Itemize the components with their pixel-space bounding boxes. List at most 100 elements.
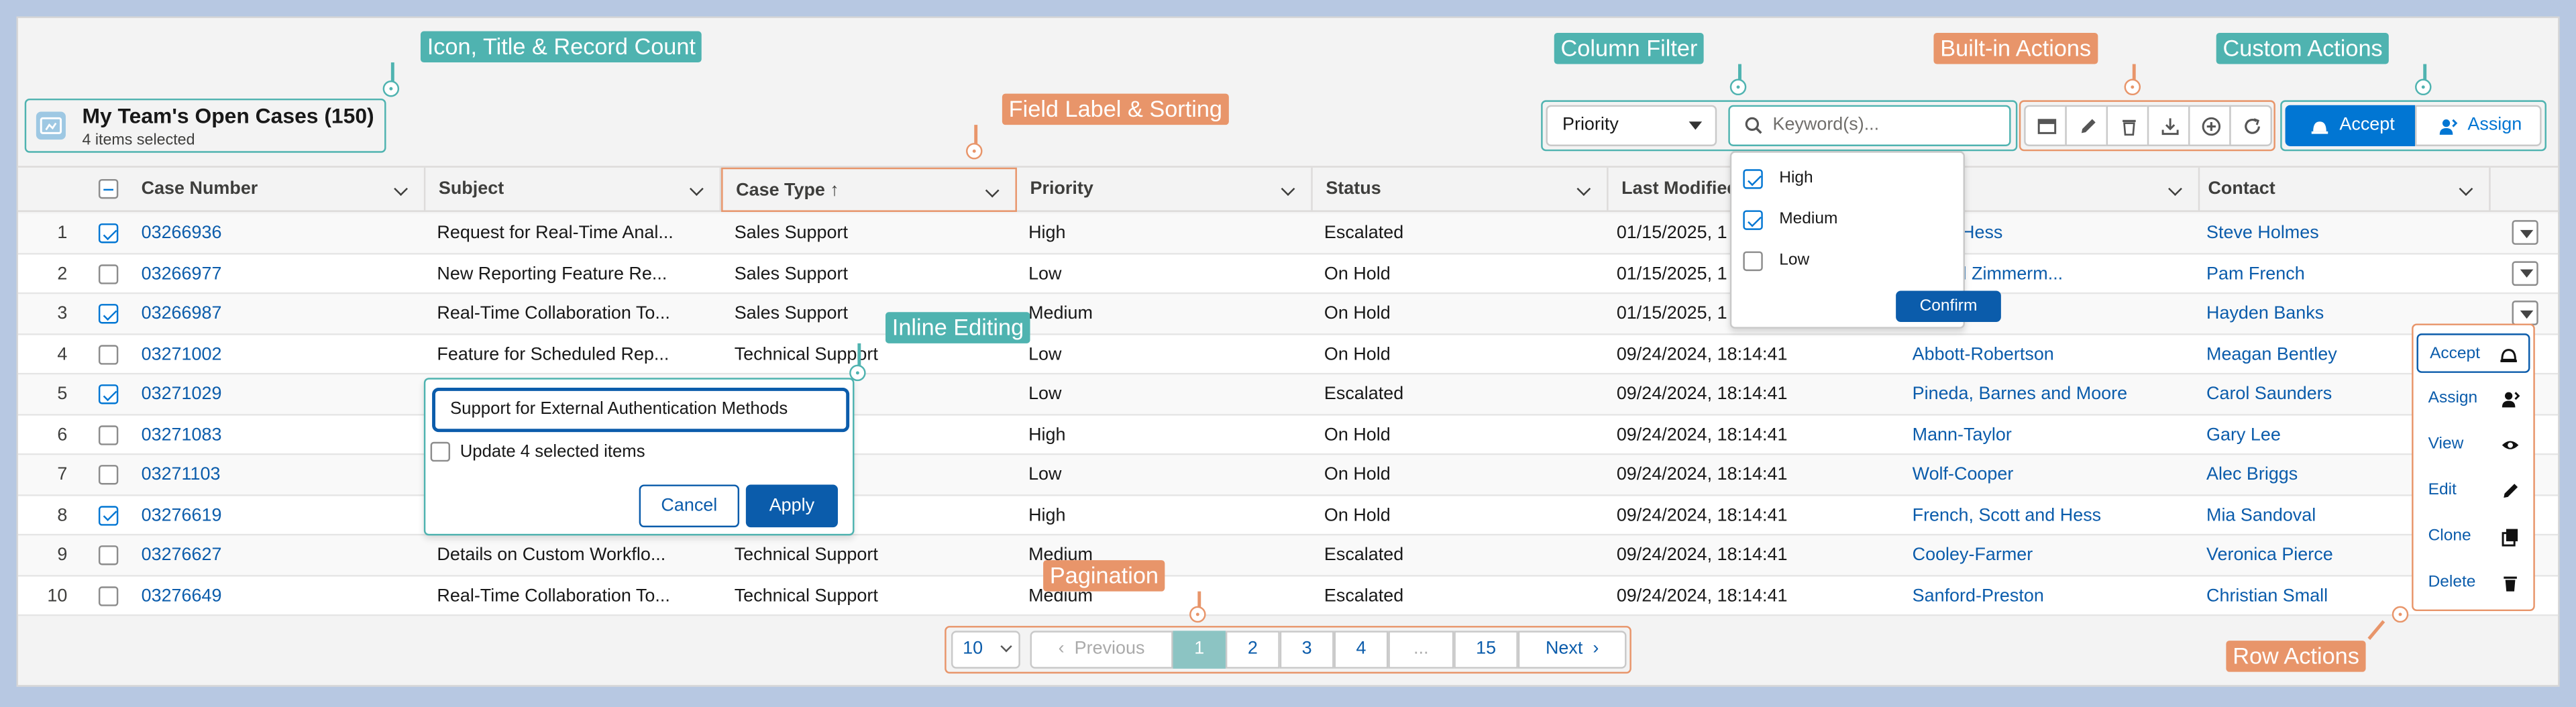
chevron-down-icon [1000, 641, 1012, 653]
select-all-checkbox[interactable] [98, 178, 119, 199]
column-subject[interactable]: Subject [425, 167, 722, 212]
row-select-checkbox[interactable] [98, 425, 119, 445]
cell-priority: High [1028, 505, 1066, 525]
edit-button[interactable] [2065, 105, 2108, 146]
row-action-accept[interactable]: Accept [2416, 333, 2530, 373]
cell-case[interactable]: 03266936 [142, 213, 421, 253]
filter-checkbox[interactable] [1743, 210, 1763, 230]
keyword-search-input[interactable]: Keyword(s)... [1728, 105, 2011, 146]
accept-button[interactable]: Accept [2285, 105, 2416, 146]
row-select-checkbox[interactable] [98, 586, 119, 606]
cell-type: Sales Support [734, 223, 848, 243]
cell-priority: High [1028, 425, 1066, 445]
cell-case[interactable]: 03271103 [142, 455, 421, 494]
cell-case[interactable]: 03271029 [142, 374, 421, 414]
cell-subject: Feature for Scheduled Rep... [437, 344, 669, 364]
cell-case[interactable]: 03276619 [142, 495, 421, 535]
page-4-button[interactable]: 4 [1334, 631, 1389, 669]
row-action-delete[interactable]: Delete [2416, 563, 2530, 603]
cell-modified: 09/24/2024, 18:14:41 [1616, 344, 1788, 364]
row-action-view[interactable]: View [2416, 425, 2530, 465]
cell-status: On Hold [1324, 264, 1391, 284]
row-number: 6 [57, 425, 68, 445]
cell-account[interactable]: Abbott-Robertson [1913, 334, 2192, 374]
eye-icon [2502, 441, 2519, 449]
cell-case[interactable]: 03276649 [142, 576, 421, 615]
row-menu-button[interactable] [2512, 301, 2538, 325]
cell-status: Escalated [1324, 223, 1404, 243]
cell-account[interactable]: Pineda, Barnes and Moore [1913, 374, 2192, 414]
row-select-checkbox[interactable] [98, 344, 119, 364]
annotation-marker [2415, 78, 2432, 96]
cell-account[interactable]: Mann-Taylor [1913, 415, 2192, 454]
column-case-type[interactable]: Case Type ↑ [721, 167, 1017, 212]
filter-column-select[interactable]: Priority [1546, 105, 1717, 146]
page-15-button[interactable]: 15 [1454, 631, 1518, 669]
cell-account[interactable]: Sanford-Preston [1913, 576, 2192, 615]
cell-contact[interactable]: Pam French [2206, 254, 2494, 293]
table-row: 803276619portHighOn Hold09/24/2024, 18:1… [17, 495, 2559, 536]
row-action-clone[interactable]: Clone [2416, 517, 2530, 557]
filter-checkbox[interactable] [1743, 251, 1763, 272]
row-action-assign[interactable]: Assign [2416, 380, 2530, 419]
page-3-button[interactable]: 3 [1279, 631, 1334, 669]
update-selected-checkbox[interactable] [430, 441, 451, 462]
refresh-button[interactable] [2229, 105, 2272, 146]
filter-checkbox[interactable] [1743, 169, 1763, 189]
page-1-button[interactable]: 1 [1173, 631, 1226, 669]
cell-account[interactable]: French, Scott and Hess [1913, 495, 2192, 535]
cell-modified: 09/24/2024, 18:14:41 [1616, 384, 1788, 404]
cell-case[interactable]: 03276627 [142, 535, 421, 575]
previous-page-button[interactable]: ‹ Previous [1030, 631, 1173, 669]
apply-button[interactable]: Apply [745, 484, 838, 528]
cell-case[interactable]: 03271083 [142, 415, 421, 454]
row-select-checkbox[interactable] [98, 384, 119, 404]
annotation-marker [966, 143, 983, 160]
cell-case[interactable]: 03271002 [142, 334, 421, 374]
row-select-checkbox[interactable] [98, 304, 119, 324]
confirm-button[interactable]: Confirm [1896, 290, 2001, 323]
accept-icon [2311, 121, 2328, 134]
column-status[interactable]: Status [1313, 167, 1609, 212]
row-number: 10 [47, 586, 68, 606]
row-select-checkbox[interactable] [98, 545, 119, 565]
row-select-checkbox[interactable] [98, 223, 119, 243]
table-row: 10 03276649 Real-Time Collaboration To... T… [17, 576, 2559, 616]
row-number: 3 [57, 304, 68, 324]
cell-contact[interactable]: Steve Holmes [2206, 213, 2494, 253]
row-menu-button[interactable] [2512, 260, 2538, 285]
column-priority[interactable]: Priority [1017, 167, 1313, 212]
cell-account[interactable]: Cooley-Farmer [1913, 535, 2192, 575]
column-case-number[interactable]: Case Number [128, 167, 426, 212]
row-number: 7 [57, 465, 68, 485]
inline-edit-input[interactable]: Support for External Authentication Meth… [432, 387, 850, 433]
page-2-button[interactable]: 2 [1225, 631, 1280, 669]
row-select-checkbox[interactable] [98, 264, 119, 284]
cell-case[interactable]: 03266987 [142, 294, 421, 333]
cell-case[interactable]: 03266977 [142, 254, 421, 293]
row-menu-button[interactable] [2512, 220, 2538, 245]
card-view-button[interactable] [2024, 105, 2067, 146]
page-size-select[interactable]: 10 [951, 631, 1020, 669]
cell-subject: Details on Custom Workflo... [437, 545, 666, 565]
inline-edit-popover: Support for External Authentication Meth… [423, 378, 855, 536]
annotation-field-label: Field Label & Sorting [1002, 93, 1229, 125]
cell-priority: Low [1028, 465, 1062, 485]
assign-button[interactable]: Assign [2415, 105, 2542, 146]
delete-button[interactable] [2106, 105, 2149, 146]
cell-status: On Hold [1324, 505, 1391, 525]
cancel-button[interactable]: Cancel [639, 484, 740, 528]
cell-modified: 09/24/2024, 18:14:41 [1616, 465, 1788, 485]
assign-icon [2502, 392, 2520, 408]
add-button[interactable] [2188, 105, 2231, 146]
cell-modified: 09/24/2024, 18:14:41 [1616, 505, 1788, 525]
download-button[interactable] [2147, 105, 2190, 146]
row-select-checkbox[interactable] [98, 505, 119, 525]
column-contact[interactable]: Contact [2195, 167, 2491, 212]
table-row: 1 03266936 Request for Real-Time Anal... Sa… [17, 213, 2559, 254]
cell-account[interactable]: Wolf-Cooper [1913, 455, 2192, 494]
next-page-button[interactable]: Next › [1517, 631, 1627, 669]
row-action-edit[interactable]: Edit [2416, 472, 2530, 511]
cell-priority: Low [1028, 384, 1062, 404]
row-select-checkbox[interactable] [98, 465, 119, 485]
